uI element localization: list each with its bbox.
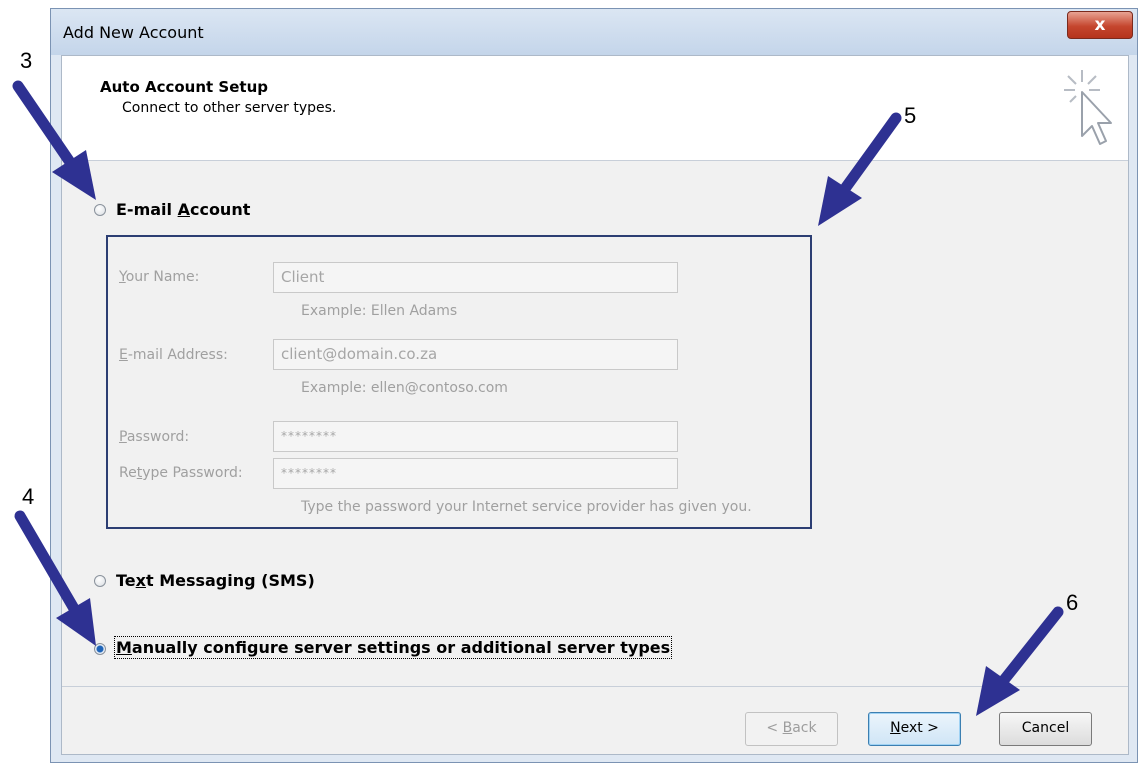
email-account-group: Your Name: Client Example: Ellen Adams E… — [106, 235, 812, 529]
your-name-field[interactable]: Client — [273, 262, 678, 293]
email-address-label-rest: -mail Address: — [127, 347, 228, 363]
sms-label[interactable]: Text Messaging (SMS) — [116, 571, 315, 590]
step-5-label: 5 — [904, 103, 917, 128]
wizard-header: Auto Account Setup Connect to other serv… — [62, 56, 1128, 161]
password-field[interactable]: ******** — [273, 421, 678, 452]
add-new-account-dialog: Add New Account x Auto Account Setup Con… — [50, 8, 1138, 763]
email-address-field[interactable]: client@domain.co.za — [273, 339, 678, 370]
your-name-label: Your Name: — [119, 269, 199, 285]
password-label: Password: — [119, 429, 189, 445]
next-button[interactable]: Next > — [868, 712, 961, 746]
retype-password-label: Retype Password: — [119, 465, 243, 481]
sms-label-post: t Messaging (SMS) — [145, 571, 315, 590]
retype-password-field[interactable]: ******** — [273, 458, 678, 489]
cursor-click-icon — [1064, 70, 1112, 145]
sms-label-pre: Te — [116, 571, 136, 590]
cancel-button[interactable]: Cancel — [999, 712, 1092, 746]
email-address-hint: Example: ellen@contoso.com — [301, 380, 508, 396]
sms-label-accel: x — [135, 571, 146, 590]
back-button[interactable]: < Back — [745, 712, 838, 746]
retype-password-label-rest: ype Password: — [142, 465, 243, 481]
manual-config-label-post: anually configure server settings or add… — [131, 638, 671, 657]
your-name-label-rest: our Name: — [125, 269, 200, 285]
step-6-label: 6 — [1066, 590, 1079, 615]
email-account-label-pre: E-mail — [116, 200, 178, 219]
window-title: Add New Account — [63, 23, 204, 42]
next-button-post: ext > — [900, 720, 939, 736]
back-button-pre: < — [766, 720, 783, 736]
password-label-rest: assword: — [126, 429, 190, 445]
page-subtitle: Connect to other server types. — [122, 100, 337, 116]
step-3-label: 3 — [20, 48, 33, 73]
close-button[interactable]: x — [1067, 11, 1133, 39]
manual-config-radio[interactable] — [94, 643, 106, 655]
email-account-radio[interactable] — [94, 204, 106, 216]
title-bar: Add New Account x — [51, 9, 1137, 55]
email-address-label-accel: E — [119, 347, 128, 363]
email-account-label-post: ccount — [189, 200, 251, 219]
password-hint: Type the password your Internet service … — [301, 499, 752, 515]
sms-radio[interactable] — [94, 575, 106, 587]
your-name-hint: Example: Ellen Adams — [301, 303, 458, 319]
password-label-accel: P — [119, 429, 127, 445]
manual-config-label[interactable]: Manually configure server settings or ad… — [113, 636, 673, 659]
page-title: Auto Account Setup — [100, 78, 268, 96]
back-button-accel: B — [782, 720, 793, 736]
dialog-content: Auto Account Setup Connect to other serv… — [61, 55, 1129, 755]
next-button-accel: N — [890, 720, 901, 736]
back-button-post: ack — [792, 720, 817, 736]
email-account-label[interactable]: E-mail Account — [116, 200, 250, 219]
your-name-label-accel: Y — [119, 269, 126, 285]
email-account-label-accel: A — [177, 200, 190, 219]
retype-password-label-pre: Re — [119, 465, 137, 481]
step-4-label: 4 — [22, 484, 35, 509]
email-address-label: E-mail Address: — [119, 347, 228, 363]
manual-config-label-accel: M — [116, 638, 132, 657]
footer-divider — [62, 686, 1128, 687]
